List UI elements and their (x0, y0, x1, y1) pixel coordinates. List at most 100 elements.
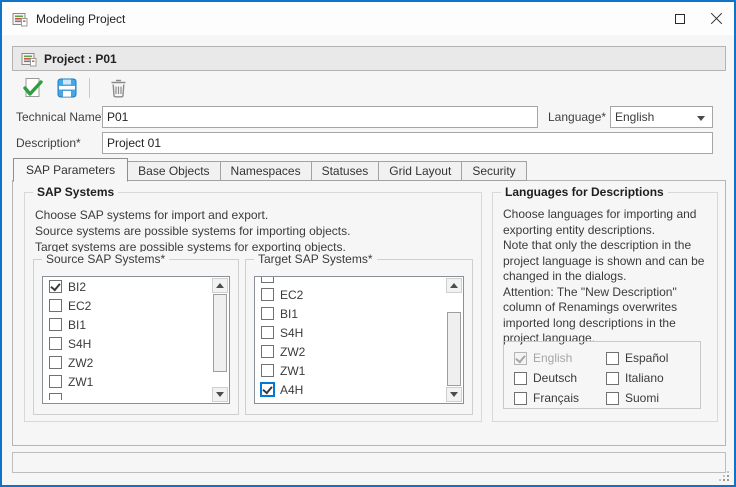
list-item-label: BI1 (68, 318, 86, 332)
list-item[interactable]: ZW1 (43, 372, 229, 391)
title-bar[interactable]: Modeling Project (2, 2, 734, 35)
language-checkbox-deutsch[interactable]: Deutsch (514, 368, 606, 388)
scroll-down-icon[interactable] (446, 387, 462, 402)
checkbox-icon (49, 356, 62, 369)
description-input[interactable] (102, 132, 713, 154)
chevron-down-icon (697, 116, 705, 121)
language-dropdown[interactable]: English (610, 106, 713, 128)
list-item[interactable]: S4H (255, 323, 463, 342)
source-sap-systems-group: Source SAP Systems* BI2 EC2 BI1 S4H (33, 259, 239, 415)
delete-trash-icon (110, 78, 127, 98)
checkbox-icon (261, 277, 274, 283)
checkbox-checked-disabled-icon (514, 352, 527, 365)
tab-base-objects[interactable]: Base Objects (127, 161, 220, 181)
target-list-scrollbar[interactable] (446, 278, 462, 402)
list-item-label: EC2 (68, 299, 91, 313)
language-checkbox-suomi[interactable]: Suomi (606, 388, 700, 408)
tab-security[interactable]: Security (461, 161, 526, 181)
modeling-project-icon (12, 11, 28, 27)
save-button[interactable] (54, 75, 80, 101)
checkbox-icon (49, 299, 62, 312)
checkbox-icon (606, 392, 619, 405)
language-label: Deutsch (533, 371, 577, 385)
scrollbar-thumb[interactable] (447, 312, 461, 386)
checkbox-icon (261, 345, 274, 358)
technical-name-input[interactable] (102, 106, 538, 128)
list-item-label: ZW1 (280, 364, 305, 378)
maximize-icon (675, 14, 685, 24)
list-item-partial[interactable] (255, 277, 463, 285)
maximize-button[interactable] (662, 2, 698, 35)
language-checkbox-francais[interactable]: Français (514, 388, 606, 408)
close-button[interactable] (698, 2, 734, 35)
source-sap-systems-list[interactable]: BI2 EC2 BI1 S4H ZW2 (42, 276, 230, 404)
list-item-label: ZW2 (68, 356, 93, 370)
tab-grid-layout[interactable]: Grid Layout (378, 161, 462, 181)
checkbox-icon (49, 375, 62, 388)
languages-for-descriptions-group: Languages for Descriptions Choose langua… (492, 192, 718, 422)
target-sap-systems-title: Target SAP Systems* (254, 252, 377, 266)
window-title: Modeling Project (36, 12, 125, 26)
language-label: Language* (548, 106, 606, 128)
target-sap-systems-list[interactable]: EC2 BI1 S4H ZW2 ZW1 (254, 276, 464, 404)
list-item-label: ZW1 (68, 375, 93, 389)
tab-statuses[interactable]: Statuses (311, 161, 380, 181)
tab-sap-parameters[interactable]: SAP Parameters (13, 158, 128, 182)
checkbox-icon (514, 372, 527, 385)
sap-systems-description-line: Source systems are possible systems for … (35, 223, 481, 239)
list-item[interactable]: ZW2 (255, 342, 463, 361)
list-item[interactable]: BI2 (43, 277, 229, 296)
checkbox-icon (261, 307, 274, 320)
checkbox-icon (49, 393, 62, 400)
list-item[interactable]: BI1 (255, 304, 463, 323)
list-item[interactable]: BI1 (43, 315, 229, 334)
list-item-label: EC2 (280, 288, 303, 302)
checkbox-icon (49, 337, 62, 350)
checkbox-icon (606, 352, 619, 365)
languages-description-line: Attention: The "New Description" column … (503, 285, 709, 347)
checkbox-checked-focused-icon (261, 383, 274, 396)
list-item[interactable]: ZW1 (255, 361, 463, 380)
toolbar (12, 73, 726, 103)
list-item[interactable]: ZW2 (43, 353, 229, 372)
language-selected-value: English (615, 110, 654, 124)
checkbox-icon (514, 392, 527, 405)
language-checkbox-italiano[interactable]: Italiano (606, 368, 700, 388)
checkbox-icon (261, 288, 274, 301)
tab-namespaces[interactable]: Namespaces (220, 161, 312, 181)
save-floppy-icon (57, 78, 77, 98)
project-icon (21, 51, 37, 67)
language-label: Italiano (625, 371, 664, 385)
list-item[interactable]: EC2 (255, 285, 463, 304)
list-item-label: BI1 (280, 307, 298, 321)
language-label: English (533, 351, 572, 365)
scroll-up-icon[interactable] (446, 278, 462, 293)
validate-check-icon (22, 77, 44, 99)
checkbox-icon (606, 372, 619, 385)
language-checkbox-espanol[interactable]: Español (606, 348, 700, 368)
target-sap-systems-group: Target SAP Systems* EC2 BI1 S4H (245, 259, 473, 415)
scroll-down-icon[interactable] (212, 387, 228, 402)
sap-systems-group-title: SAP Systems (33, 185, 118, 199)
scrollbar-thumb[interactable] (213, 294, 227, 372)
list-item[interactable]: S4H (43, 334, 229, 353)
project-header-title: Project : P01 (44, 52, 117, 66)
validate-button[interactable] (20, 75, 46, 101)
language-label: Español (625, 351, 668, 365)
resize-grip[interactable] (718, 470, 730, 482)
modeling-project-dialog: Modeling Project Project : P01 (0, 0, 736, 487)
list-item-label: BI2 (68, 280, 86, 294)
list-item[interactable]: EC2 (43, 296, 229, 315)
languages-description-line: Choose languages for importing and expor… (503, 207, 709, 238)
checkbox-icon (49, 318, 62, 331)
sap-systems-group: SAP Systems Choose SAP systems for impor… (24, 192, 482, 422)
source-list-scrollbar[interactable] (212, 278, 228, 402)
language-label: Français (533, 391, 579, 405)
delete-button[interactable] (105, 75, 131, 101)
checkbox-icon (261, 364, 274, 377)
scroll-up-icon[interactable] (212, 278, 228, 293)
list-item[interactable]: A4H (255, 380, 463, 399)
status-bar (12, 452, 726, 473)
tab-strip: SAP Parameters Base Objects Namespaces S… (13, 157, 527, 181)
list-item-partial[interactable] (43, 391, 229, 400)
